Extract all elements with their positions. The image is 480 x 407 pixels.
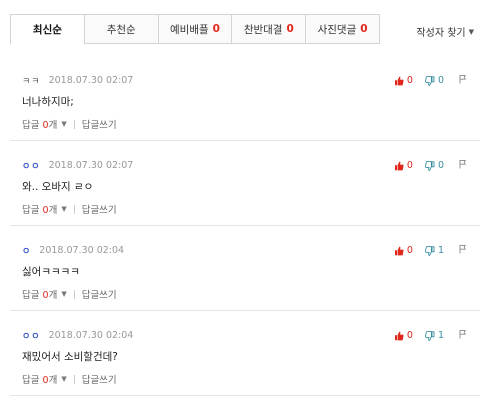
write-reply-button[interactable]: 답글쓰기	[82, 287, 117, 301]
comment-text: 싫어ㅋㅋㅋㅋ	[22, 266, 80, 278]
comment-item: ㅇ 2018.07.30 02:04 01 싫어ㅋㅋㅋㅋ 답글 0개 ▼ 답글쓰기	[10, 226, 480, 311]
divider	[73, 204, 75, 214]
reply-label: 답글	[22, 290, 40, 301]
comment-meta: ㅋㅋ 2018.07.30 02:07	[22, 74, 133, 87]
comment-meta: ㅇ 2018.07.30 02:04	[22, 244, 124, 257]
tab-recommended[interactable]: 추천순	[84, 14, 159, 44]
tab-label: 추천순	[106, 23, 136, 36]
dislike-count: 1	[437, 245, 444, 256]
like-count: 0	[406, 330, 413, 341]
reply-unit: 개	[48, 290, 58, 301]
comment-item: ㅇㅇ 2018.07.30 02:04 01 재밌어서 소비할건데? 답글 0개…	[10, 311, 480, 396]
comment-text: 재밌어서 소비할건데?	[22, 351, 118, 363]
tab-photo-comments[interactable]: 사진댓글 0	[306, 14, 380, 44]
comment-votes: 00	[382, 159, 468, 172]
report-flag-icon[interactable]	[458, 159, 468, 172]
like-count: 0	[406, 245, 413, 256]
tab-label: 예비배플	[170, 23, 209, 36]
divider	[73, 119, 75, 129]
comment-actions: 답글 0개 ▼ 답글쓰기	[22, 372, 117, 386]
caret-down-icon[interactable]: ▼	[61, 290, 66, 298]
comment-date: 2018.07.30 02:04	[48, 330, 134, 341]
sort-tabs: 최신순 추천순 예비배플 0 찬반대결 0 사진댓글 0	[10, 14, 380, 45]
divider	[73, 374, 75, 384]
thumbs-up-icon	[394, 246, 404, 256]
tab-label: 사진댓글	[317, 23, 357, 36]
dislike-count: 0	[437, 75, 444, 86]
dislike-button[interactable]: 1	[424, 245, 444, 256]
like-button[interactable]: 0	[394, 160, 413, 171]
write-reply-button[interactable]: 답글쓰기	[82, 372, 117, 386]
reply-unit: 개	[48, 375, 58, 386]
comment-list: ㅋㅋ 2018.07.30 02:07 00 너나하지마; 답글 0개 ▼ 답글쓰기…	[10, 56, 480, 396]
comment-nickname[interactable]: ㅇㅇ	[22, 329, 41, 342]
author-find-label: 작성자 찾기	[416, 28, 466, 39]
tab-count: 0	[360, 23, 368, 35]
reply-label: 답글	[22, 205, 40, 216]
comment-votes: 01	[382, 329, 468, 342]
reply-toggle[interactable]: 답글 0개	[22, 117, 57, 131]
thumbs-up-icon	[394, 161, 404, 171]
comment-actions: 답글 0개 ▼ 답글쓰기	[22, 287, 117, 301]
caret-down-icon: ▼	[468, 27, 474, 36]
reply-unit: 개	[48, 205, 58, 216]
report-flag-icon[interactable]	[458, 329, 468, 342]
comment-text: 와.. 오바지 ㄹㅇ	[22, 181, 94, 193]
comment-item: ㅇㅇ 2018.07.30 02:07 00 와.. 오바지 ㄹㅇ 답글 0개 ▼…	[10, 141, 480, 226]
write-reply-button[interactable]: 답글쓰기	[82, 202, 117, 216]
dislike-button[interactable]: 0	[424, 160, 444, 171]
report-flag-icon[interactable]	[458, 74, 468, 87]
comment-nickname[interactable]: ㅋㅋ	[22, 74, 41, 87]
caret-down-icon[interactable]: ▼	[61, 120, 66, 128]
reply-toggle[interactable]: 답글 0개	[22, 287, 57, 301]
tab-count: 0	[286, 23, 294, 35]
thumbs-up-icon	[394, 76, 404, 86]
comment-actions: 답글 0개 ▼ 답글쓰기	[22, 202, 117, 216]
dislike-count: 1	[437, 330, 444, 341]
comment-meta: ㅇㅇ 2018.07.30 02:04	[22, 329, 133, 342]
thumbs-down-icon	[424, 75, 435, 86]
comment-nickname[interactable]: ㅇ	[22, 244, 31, 257]
reply-toggle[interactable]: 답글 0개	[22, 372, 57, 386]
tab-pro-con[interactable]: 찬반대결 0	[232, 14, 307, 44]
comment-votes: 01	[382, 244, 468, 257]
like-count: 0	[406, 160, 413, 171]
like-button[interactable]: 0	[394, 75, 413, 86]
comment-nickname[interactable]: ㅇㅇ	[22, 159, 41, 172]
thumbs-down-icon	[424, 245, 435, 256]
author-find-dropdown[interactable]: 작성자 찾기 ▼	[416, 24, 474, 40]
tab-pre-best[interactable]: 예비배플 0	[158, 14, 233, 44]
thumbs-down-icon	[424, 330, 435, 341]
dislike-count: 0	[437, 160, 444, 171]
like-button[interactable]: 0	[394, 330, 413, 341]
like-button[interactable]: 0	[394, 245, 413, 256]
write-reply-button[interactable]: 답글쓰기	[82, 117, 117, 131]
comment-date: 2018.07.30 02:07	[48, 160, 134, 171]
tab-label: 찬반대결	[243, 23, 283, 36]
comment-date: 2018.07.30 02:07	[48, 75, 134, 86]
caret-down-icon[interactable]: ▼	[61, 375, 66, 383]
comment-item: ㅋㅋ 2018.07.30 02:07 00 너나하지마; 답글 0개 ▼ 답글쓰기	[10, 56, 480, 141]
divider	[73, 289, 75, 299]
comment-meta: ㅇㅇ 2018.07.30 02:07	[22, 159, 133, 172]
tab-latest[interactable]: 최신순	[10, 14, 85, 45]
reply-label: 답글	[22, 120, 40, 131]
comment-votes: 00	[382, 74, 468, 87]
comment-date: 2018.07.30 02:04	[39, 245, 125, 256]
reply-label: 답글	[22, 375, 40, 386]
tab-label: 최신순	[32, 24, 62, 36]
dislike-button[interactable]: 0	[424, 75, 444, 86]
thumbs-down-icon	[424, 160, 435, 171]
thumbs-up-icon	[394, 331, 404, 341]
caret-down-icon[interactable]: ▼	[61, 205, 66, 213]
tab-count: 0	[212, 23, 220, 35]
like-count: 0	[406, 75, 413, 86]
comment-text: 너나하지마;	[22, 96, 74, 108]
comment-actions: 답글 0개 ▼ 답글쓰기	[22, 117, 117, 131]
reply-toggle[interactable]: 답글 0개	[22, 202, 57, 216]
dislike-button[interactable]: 1	[424, 330, 444, 341]
reply-unit: 개	[48, 120, 58, 131]
report-flag-icon[interactable]	[458, 244, 468, 257]
